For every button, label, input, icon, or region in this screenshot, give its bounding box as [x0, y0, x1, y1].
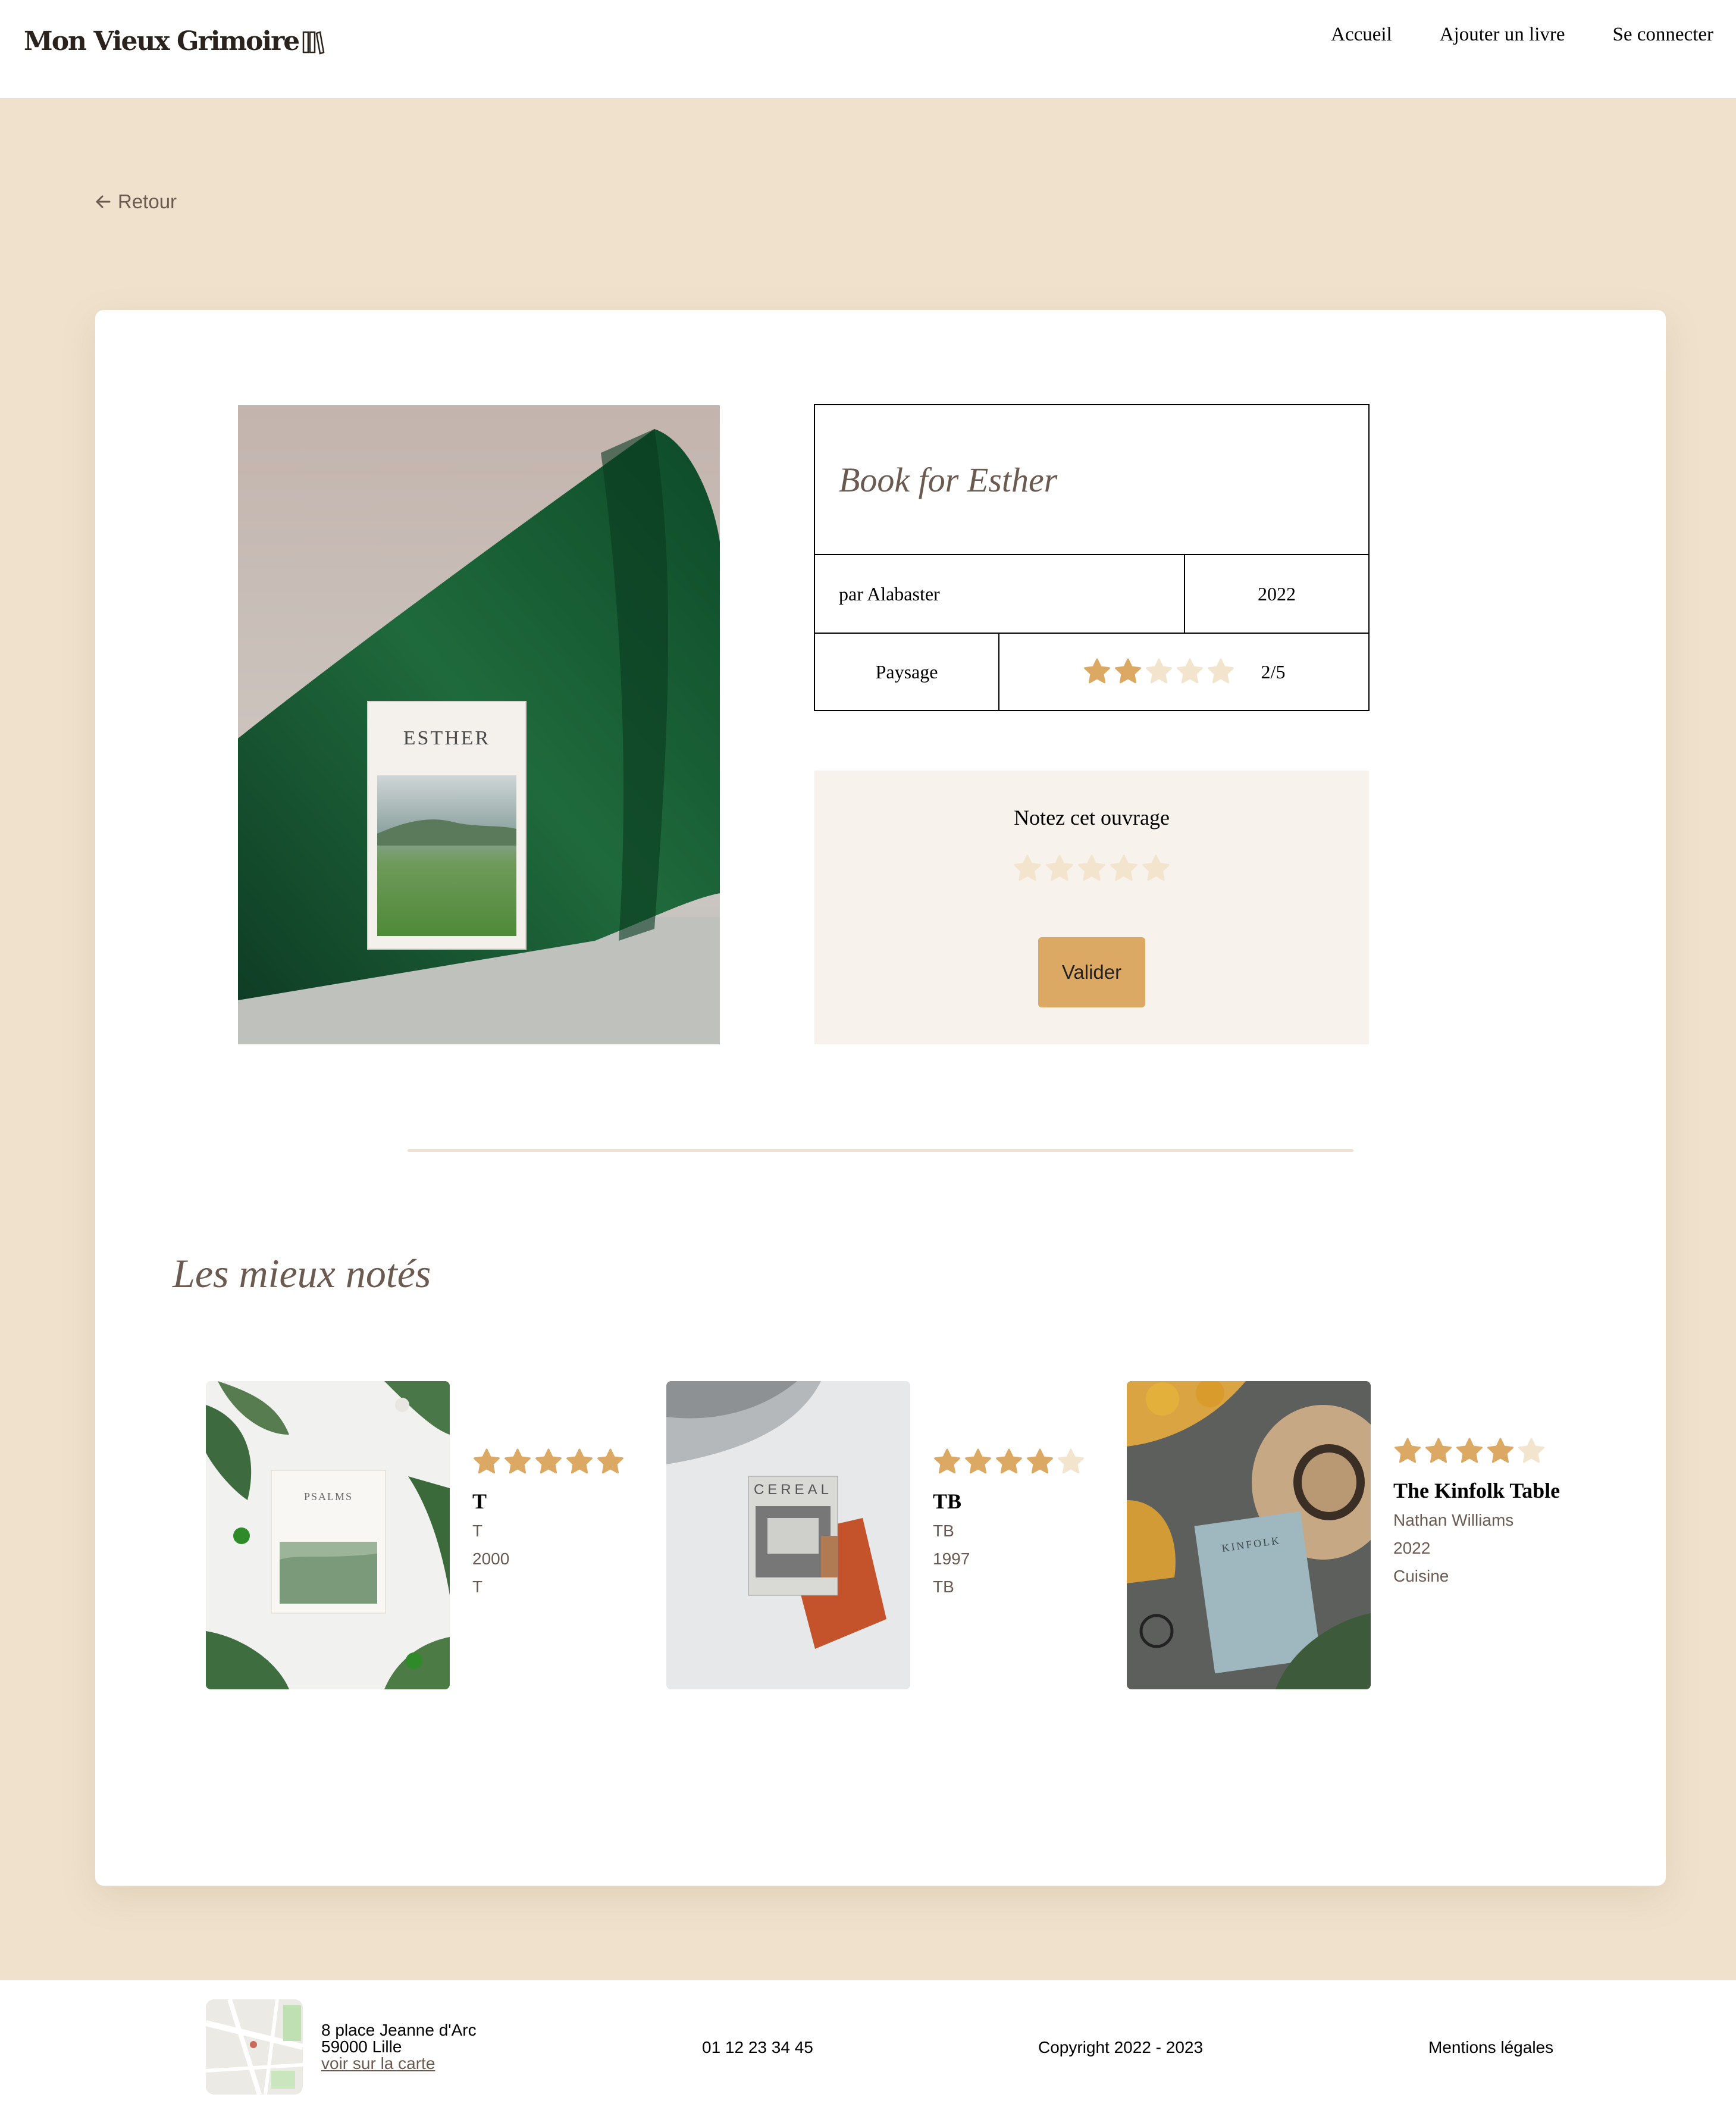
map-thumbnail[interactable]: [206, 1999, 303, 2095]
rating-stars: [1083, 658, 1235, 686]
site-logo[interactable]: Mon Vieux Grimoire: [24, 26, 325, 57]
book-year: 2022: [1393, 1539, 1431, 1557]
book-cover-image: ESTHER: [238, 405, 720, 1044]
star-icon: [934, 1448, 960, 1474]
rate-panel: Notez cet ouvrage Valider: [814, 771, 1369, 1044]
legal-link[interactable]: Mentions légales: [1428, 2038, 1553, 2057]
rate-stars-input[interactable]: [814, 854, 1369, 884]
footer-phone: 01 12 23 34 45: [702, 2038, 813, 2056]
star-icon: [504, 1448, 531, 1474]
book-meta: TB TB 1997 TB: [933, 1448, 1105, 1596]
book-meta: The Kinfolk Table Nathan Williams 2022 C…: [1393, 1437, 1566, 1585]
book-thumbnail[interactable]: PSALMS: [206, 1381, 450, 1689]
star-icon: [965, 1448, 991, 1474]
star-icon[interactable]: [1077, 854, 1107, 884]
book-stars: [472, 1448, 645, 1476]
book-thumbnail[interactable]: KINFOLK: [1127, 1381, 1371, 1689]
divider: [408, 1149, 1353, 1152]
top-rated-title: Les mieux notés: [173, 1251, 431, 1296]
star-icon: [1207, 658, 1234, 684]
star-icon: [1145, 658, 1172, 684]
back-label: Retour: [118, 190, 177, 212]
book-stars: [933, 1448, 1105, 1476]
nav-home[interactable]: Accueil: [1331, 24, 1392, 46]
book-rating: 2/5: [999, 634, 1368, 710]
site-footer: 8 place Jeanne d'Arc 59000 Lille voir su…: [0, 1980, 1736, 2113]
genre-rating-row: Paysage 2/5: [815, 633, 1368, 710]
validate-button[interactable]: Valider: [1038, 937, 1145, 1007]
star-icon: [1395, 1438, 1421, 1463]
star-icon: [996, 1448, 1022, 1474]
footer-copyright: Copyright 2022 - 2023: [1038, 2038, 1204, 2056]
book-author: Nathan Williams: [1393, 1511, 1514, 1529]
book-title[interactable]: TB: [933, 1491, 1105, 1512]
author-year-row: par Alabaster 2022: [815, 555, 1368, 633]
star-icon: [1487, 1438, 1513, 1463]
book-genre: Paysage: [815, 634, 999, 710]
logo-text: Mon Vieux Grimoire: [24, 26, 300, 57]
footer-address: 8 place Jeanne d'Arc 59000 Lille voir su…: [321, 2022, 477, 2072]
book-author: T: [472, 1522, 483, 1540]
book-year: 2000: [472, 1549, 510, 1568]
address-line-2: 59000 Lille: [321, 2037, 402, 2056]
book-author: par Alabaster: [815, 555, 1185, 633]
book-year: 2022: [1258, 583, 1296, 605]
star-icon[interactable]: [1013, 854, 1042, 884]
nav-add-book[interactable]: Ajouter un livre: [1440, 24, 1565, 46]
book-meta: T T 2000 T: [472, 1448, 645, 1596]
cover-title: CEREAL: [754, 1482, 832, 1498]
book-genre: TB: [933, 1577, 954, 1596]
star-icon[interactable]: [1109, 854, 1139, 884]
site-header: Mon Vieux Grimoire Accueil Ajouter un li…: [0, 0, 1736, 98]
rate-title: Notez cet ouvrage: [1014, 806, 1170, 829]
book-genre: Cuisine: [1393, 1567, 1449, 1585]
star-icon: [1027, 1448, 1053, 1474]
star-icon: [1058, 1448, 1084, 1474]
cover-title: PSALMS: [304, 1491, 353, 1502]
star-icon[interactable]: [1045, 854, 1074, 884]
star-icon: [1114, 658, 1141, 684]
book-title[interactable]: The Kinfolk Table: [1393, 1480, 1566, 1501]
book-info-table: Book for Esther par Alabaster 2022 Paysa…: [814, 404, 1370, 711]
main-nav: Accueil Ajouter un livre Se connecter: [1331, 24, 1713, 46]
star-icon: [597, 1448, 623, 1474]
star-icon: [1176, 658, 1203, 684]
star-icon: [474, 1448, 500, 1474]
book-thumbnail[interactable]: CEREAL: [666, 1381, 910, 1689]
book-genre: T: [472, 1577, 483, 1596]
book-title[interactable]: T: [472, 1491, 645, 1512]
star-icon: [566, 1448, 593, 1474]
book-detail-card: ESTHER Book for Esther par Alabaster 202…: [95, 310, 1666, 1886]
map-link[interactable]: voir sur la carte: [321, 2054, 435, 2073]
book-author: TB: [933, 1522, 954, 1540]
books-icon: [303, 30, 325, 55]
star-icon: [535, 1448, 562, 1474]
book-title: Book for Esther: [839, 460, 1058, 499]
address-line-1: 8 place Jeanne d'Arc: [321, 2021, 477, 2039]
cover-title: ESTHER: [403, 727, 490, 749]
nav-login[interactable]: Se connecter: [1613, 24, 1714, 46]
rating-text: 2/5: [1261, 660, 1286, 683]
star-icon[interactable]: [1141, 854, 1171, 884]
arrow-left-icon: [96, 195, 111, 208]
book-year: 1997: [933, 1549, 970, 1568]
star-icon: [1456, 1438, 1483, 1463]
book-title-row: Book for Esther: [815, 405, 1368, 555]
book-stars: [1393, 1437, 1566, 1466]
back-link[interactable]: Retour: [94, 190, 177, 213]
star-icon: [1518, 1438, 1544, 1463]
star-icon: [1425, 1438, 1452, 1463]
star-icon: [1083, 658, 1110, 684]
